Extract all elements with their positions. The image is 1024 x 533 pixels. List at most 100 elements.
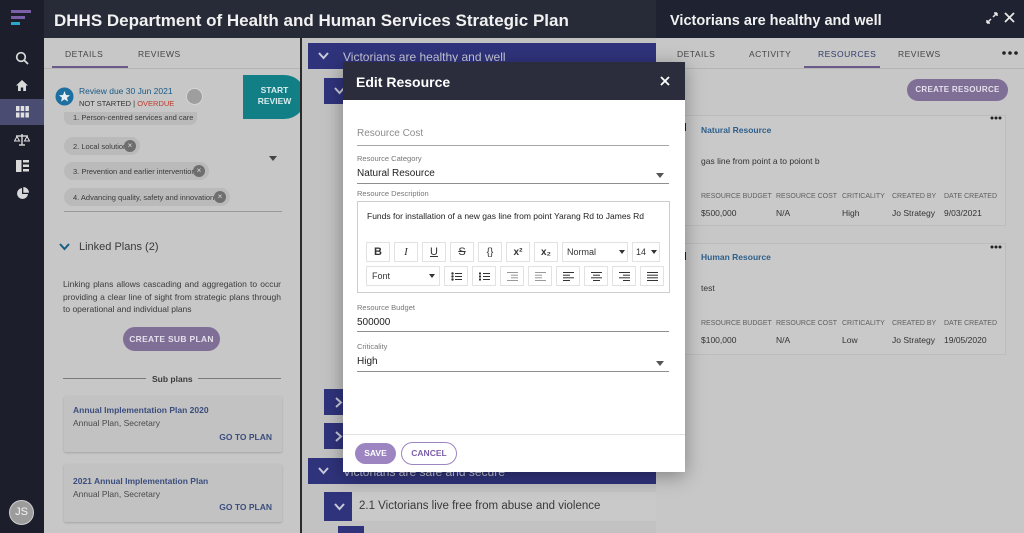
col-label: RESOURCE BUDGET xyxy=(701,320,772,327)
tab-details[interactable]: DETAILS xyxy=(65,49,103,59)
chip-label: 4. Advancing quality, safety and innovat… xyxy=(73,193,215,202)
panel-title-text: Victorians are healthy and well xyxy=(670,13,882,29)
chip-label: 2. Local solutions xyxy=(73,142,131,151)
tab-resources[interactable]: RESOURCES xyxy=(818,49,876,59)
format-select[interactable]: Normal xyxy=(562,242,628,262)
objective-row[interactable]: 2.1 Victorians live free from abuse and … xyxy=(324,492,656,521)
sub-plan-subtitle: Annual Plan, Secretary xyxy=(73,489,160,499)
expand-icon[interactable] xyxy=(986,12,998,24)
col-label: DATE CREATED xyxy=(944,320,998,327)
tab-reviews[interactable]: REVIEWS xyxy=(898,49,941,59)
avatar[interactable]: JS xyxy=(9,500,34,525)
font-select[interactable]: Font xyxy=(366,266,440,286)
focus-chip-1[interactable]: 1. Person-centred services and care xyxy=(64,112,197,125)
chip-remove-icon[interactable]: × xyxy=(124,140,136,152)
pie-chart-icon[interactable] xyxy=(0,180,44,206)
resource-criticality: High xyxy=(842,208,860,218)
dropdown-arrow-icon[interactable] xyxy=(656,361,664,366)
go-to-plan-link[interactable]: GO TO PLAN xyxy=(219,432,272,442)
resource-card[interactable]: Natural Resource gas line from point a t… xyxy=(684,115,1006,226)
font-size-select[interactable]: 14 xyxy=(632,242,660,262)
linked-plans-title[interactable]: Linked Plans (2) xyxy=(79,241,159,253)
search-icon[interactable] xyxy=(0,45,44,71)
more-icon[interactable] xyxy=(990,245,1002,249)
grid-icon[interactable] xyxy=(0,99,44,125)
home-icon[interactable] xyxy=(0,72,44,98)
book-icon[interactable] xyxy=(0,153,44,179)
col-label: DATE CREATED xyxy=(944,193,998,200)
justify-icon[interactable] xyxy=(640,266,664,286)
description-label: Resource Description xyxy=(357,189,429,198)
align-center-icon[interactable] xyxy=(584,266,608,286)
dropdown-arrow-icon[interactable] xyxy=(656,173,664,178)
chevron-down-icon[interactable] xyxy=(308,458,338,484)
close-icon[interactable] xyxy=(660,76,670,86)
chip-label: 1. Person-centred services and care xyxy=(73,113,194,122)
criticality-select[interactable]: High xyxy=(357,356,378,367)
resource-title: Human Resource xyxy=(701,252,771,262)
resource-cost-input[interactable]: Resource Cost xyxy=(357,128,423,139)
field-underline xyxy=(357,183,669,184)
description-text[interactable]: Funds for installation of a new gas line… xyxy=(367,211,644,221)
tab-activity[interactable]: ACTIVITY xyxy=(749,49,791,59)
budget-input[interactable]: 500000 xyxy=(357,317,390,328)
create-resource-button[interactable]: CREATE RESOURCE xyxy=(907,79,1008,101)
sub-plan-title: Annual Implementation Plan 2020 xyxy=(73,405,209,415)
start-review-button[interactable]: START REVIEW xyxy=(243,75,306,119)
chip-remove-icon[interactable]: × xyxy=(214,191,226,203)
strikethrough-button[interactable]: S xyxy=(450,242,474,262)
category-label: Resource Category xyxy=(357,154,422,163)
sub-plan-card[interactable]: Annual Implementation Plan 2020 Annual P… xyxy=(64,396,282,452)
dialog-footer-divider xyxy=(343,434,685,435)
review-star-icon xyxy=(55,87,74,106)
tab-reviews[interactable]: REVIEWS xyxy=(138,49,181,59)
indent-icon[interactable] xyxy=(528,266,552,286)
edit-resource-dialog: Edit Resource Resource Cost Resource Cat… xyxy=(343,62,685,472)
italic-button[interactable]: I xyxy=(394,242,418,262)
outdent-icon[interactable] xyxy=(500,266,524,286)
more-icon[interactable] xyxy=(990,116,1002,120)
scales-icon[interactable] xyxy=(0,126,44,152)
review-due: Review due 30 Jun 2021 xyxy=(79,86,173,96)
divider xyxy=(63,378,146,379)
logo-icon[interactable] xyxy=(11,9,33,27)
chip-remove-icon[interactable]: × xyxy=(193,165,205,177)
bold-button[interactable]: B xyxy=(366,242,390,262)
more-icon[interactable] xyxy=(1002,51,1018,55)
align-right-icon[interactable] xyxy=(612,266,636,286)
superscript-button[interactable]: x² xyxy=(506,242,530,262)
review-status-text: NOT STARTED xyxy=(79,99,132,108)
category-select[interactable]: Natural Resource xyxy=(357,168,435,179)
resource-budget: $100,000 xyxy=(701,335,737,345)
focus-chip-4[interactable]: 4. Advancing quality, safety and innovat… xyxy=(64,188,230,206)
resource-card[interactable]: Human Resource test RESOURCE BUDGET RESO… xyxy=(684,243,1006,355)
align-left-icon[interactable] xyxy=(556,266,580,286)
go-to-plan-link[interactable]: GO TO PLAN xyxy=(219,502,272,512)
bullet-list-icon[interactable] xyxy=(444,266,468,286)
chips-dropdown-icon[interactable] xyxy=(269,156,277,161)
plan-details-panel: DETAILS REVIEWS Review due 30 Jun 2021 N… xyxy=(44,38,306,533)
focus-chip-2[interactable]: 2. Local solutions × xyxy=(64,137,140,155)
objective-toggle[interactable] xyxy=(324,492,352,521)
chevron-down-icon[interactable] xyxy=(324,492,354,521)
objective-toggle[interactable] xyxy=(338,526,364,533)
field-underline xyxy=(357,145,669,146)
code-block-button[interactable]: {} xyxy=(478,242,502,262)
chevron-down-icon[interactable] xyxy=(308,43,338,69)
focus-chip-3[interactable]: 3. Prevention and earlier intervention × xyxy=(64,162,209,180)
numbered-list-icon[interactable] xyxy=(472,266,496,286)
chips-underline xyxy=(64,211,282,212)
format-value: Normal xyxy=(567,247,597,257)
sub-plan-card[interactable]: 2021 Annual Implementation Plan Annual P… xyxy=(64,464,282,522)
rich-text-editor[interactable]: Funds for installation of a new gas line… xyxy=(357,201,670,293)
reviewer-avatar[interactable] xyxy=(186,88,203,105)
objective-label: 2.1 Victorians live free from abuse and … xyxy=(359,500,601,512)
tab-details[interactable]: DETAILS xyxy=(677,49,715,59)
save-button[interactable]: SAVE xyxy=(355,443,396,464)
close-panel-icon[interactable] xyxy=(1004,12,1015,23)
chevron-down-icon[interactable] xyxy=(59,243,70,251)
subscript-button[interactable]: x₂ xyxy=(534,242,558,262)
underline-button[interactable]: U xyxy=(422,242,446,262)
cancel-button[interactable]: CANCEL xyxy=(401,442,457,465)
create-sub-plan-button[interactable]: CREATE SUB PLAN xyxy=(123,327,220,351)
